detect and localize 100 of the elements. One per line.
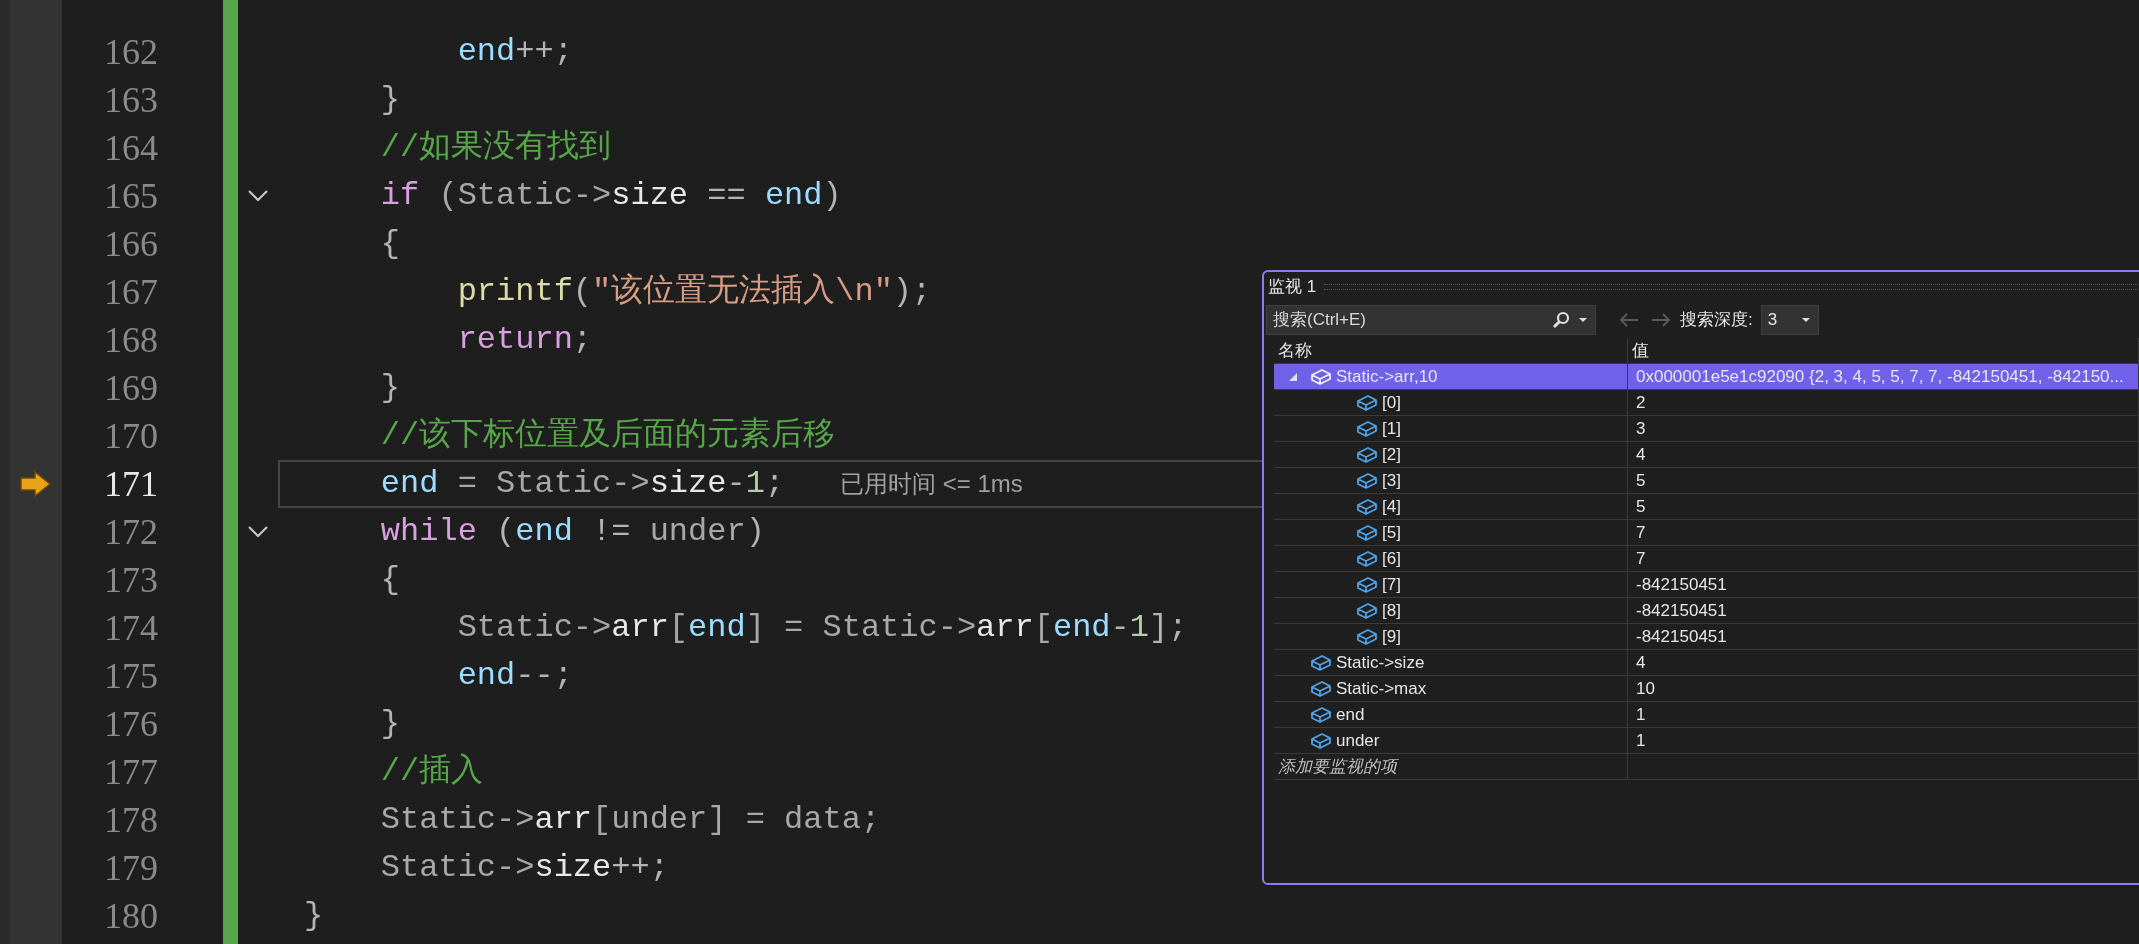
watch-name: under: [1336, 729, 1380, 752]
watch-row[interactable]: end 1: [1274, 702, 2139, 728]
watch-value: 7: [1636, 521, 1646, 544]
search-depth-label: 搜索深度:: [1680, 309, 1753, 332]
code-line: Static->size++;: [379, 848, 669, 888]
code-line: }: [304, 896, 324, 936]
watch-row[interactable]: [3] 5: [1274, 468, 2139, 494]
code-line: //插入: [379, 752, 484, 792]
watch-value: 4: [1636, 443, 1646, 466]
watch-value: 7: [1636, 547, 1646, 570]
code-line: Static->arr[end] = Static->arr[end-1];: [456, 608, 1188, 648]
watch-name: [4]: [1382, 495, 1401, 518]
watch-name: [1]: [1382, 417, 1401, 440]
watch-value: 1: [1636, 703, 1646, 726]
line-number: 171: [104, 463, 158, 506]
watch-name: [6]: [1382, 547, 1401, 570]
line-number: 178: [104, 799, 158, 842]
cube-icon: [1310, 730, 1332, 751]
watch-value: 1: [1636, 729, 1646, 752]
watch-value: -842150451: [1636, 573, 1727, 596]
line-number: 165: [104, 175, 158, 218]
line-number: 173: [104, 559, 158, 602]
watch-value: -842150451: [1636, 599, 1727, 622]
watch-row[interactable]: Static->arr,10 0x000001e5e1c92090 {2, 3, 4, 5, 5, 7, 7, -842150451, -842150...: [1274, 364, 2139, 390]
watch-value: 4: [1636, 651, 1646, 674]
watch-row[interactable]: [9] -842150451: [1274, 624, 2139, 650]
line-number: 175: [104, 655, 158, 698]
code-line: if (Static->size == end): [379, 176, 842, 216]
window-title: 监视 1: [1268, 276, 1317, 299]
line-number: 167: [104, 271, 158, 314]
cube-icon: [1310, 678, 1332, 699]
cube-icon: [1356, 548, 1378, 569]
code-line: //该下标位置及后面的元素后移: [379, 416, 836, 456]
code-line: Static->arr[under] = data;: [379, 800, 881, 840]
watch-name: [9]: [1382, 625, 1401, 648]
code-line: }: [379, 704, 400, 744]
code-line: while (end != under): [379, 512, 765, 552]
watch-row[interactable]: Static->max 10: [1274, 676, 2139, 702]
column-header[interactable]: 名称: [1278, 337, 1312, 364]
cube-icon: [1356, 470, 1378, 491]
cube-icon: [1356, 574, 1378, 595]
code-line: }: [379, 80, 400, 120]
cube-icon: [1310, 652, 1332, 673]
watch-name: [0]: [1382, 391, 1401, 414]
cube-icon: [1356, 496, 1378, 517]
forward-arrow-icon[interactable]: [1650, 312, 1672, 328]
code-line: {: [379, 224, 400, 264]
code-line: return;: [456, 320, 593, 360]
watch-name: [2]: [1382, 443, 1401, 466]
watch-name: [5]: [1382, 521, 1401, 544]
cube-icon: [1310, 704, 1332, 725]
watch-name: [7]: [1382, 573, 1401, 596]
collapse-chevron-icon[interactable]: [247, 189, 269, 203]
watch-row[interactable]: [8] -842150451: [1274, 598, 2139, 624]
line-number: 176: [104, 703, 158, 746]
add-watch-item-placeholder[interactable]: 添加要监视的项: [1278, 753, 1397, 780]
code-line: end = Static->size-1;: [379, 464, 785, 504]
search-depth-select[interactable]: 3: [1760, 305, 1819, 335]
line-number: 163: [104, 79, 158, 122]
line-number: 164: [104, 127, 158, 170]
code-line: }: [379, 368, 400, 408]
watch-row[interactable]: Static->size 4: [1274, 650, 2139, 676]
line-number: 174: [104, 607, 158, 650]
watch-name: end: [1336, 703, 1365, 726]
watch-name: Static->arr,10: [1336, 365, 1438, 388]
line-number: 172: [104, 511, 158, 554]
code-line: printf("该位置无法插入\n");: [456, 272, 932, 312]
code-line: {: [379, 560, 400, 600]
watch-value: 2: [1636, 391, 1646, 414]
watch-row[interactable]: [2] 4: [1274, 442, 2139, 468]
line-number: 170: [104, 415, 158, 458]
collapse-triangle-icon[interactable]: [1288, 371, 1298, 382]
watch-row[interactable]: [6] 7: [1274, 546, 2139, 572]
line-number: 177: [104, 751, 158, 794]
watch-row[interactable]: [4] 5: [1274, 494, 2139, 520]
code-line: //如果没有找到: [379, 128, 612, 168]
cube-icon: [1356, 444, 1378, 465]
cube-icon: [1356, 418, 1378, 439]
watch-value: 10: [1636, 677, 1655, 700]
elapsed-time-hint: 已用时间 <= 1ms: [840, 469, 1023, 499]
collapse-chevron-icon[interactable]: [247, 525, 269, 539]
cube-icon: [1356, 626, 1378, 647]
code-line: end--;: [456, 656, 573, 696]
line-number: 168: [104, 319, 158, 362]
line-number: 169: [104, 367, 158, 410]
line-number: 166: [104, 223, 158, 266]
watch-row[interactable]: [5] 7: [1274, 520, 2139, 546]
watch-row[interactable]: [1] 3: [1274, 416, 2139, 442]
column-header[interactable]: 值: [1632, 337, 1649, 364]
watch-row[interactable]: under 1: [1274, 728, 2139, 754]
back-arrow-icon[interactable]: [1618, 312, 1640, 328]
watch-name: Static->size: [1336, 651, 1425, 674]
watch-name: [8]: [1382, 599, 1401, 622]
watch-row[interactable]: [0] 2: [1274, 390, 2139, 416]
cube-icon: [1356, 522, 1378, 543]
watch-row[interactable]: [7] -842150451: [1274, 572, 2139, 598]
line-number: 179: [104, 847, 158, 890]
watch-name: Static->max: [1336, 677, 1427, 700]
watch-name: [3]: [1382, 469, 1401, 492]
code-line: end++;: [456, 32, 573, 72]
